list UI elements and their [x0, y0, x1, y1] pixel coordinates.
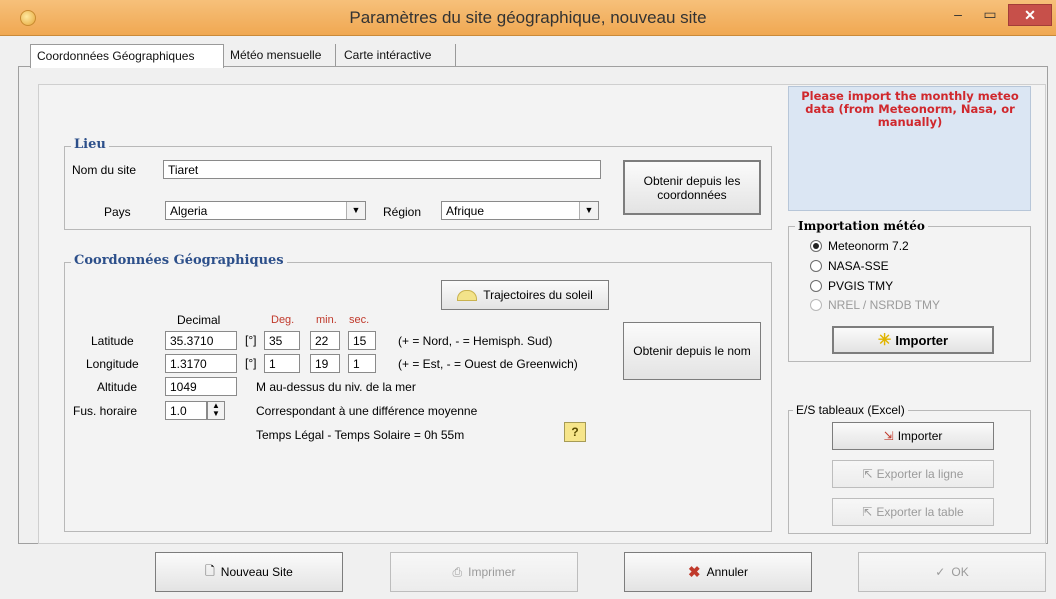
sun-paths-button[interactable]: Trajectoires du soleil	[441, 280, 609, 310]
legal-solar-time: Temps Légal - Temps Solaire = 0h 55m	[256, 428, 465, 442]
radio-nrel: NREL / NSRDB TMY	[810, 297, 1010, 313]
checkmark-icon: ✓	[935, 565, 946, 579]
ok-label: OK	[951, 565, 969, 579]
radio-icon	[810, 299, 822, 311]
minimize-button[interactable]: –	[944, 4, 972, 26]
meteo-import-button[interactable]: ✳ Importer	[832, 326, 994, 354]
print-label: Imprimer	[468, 565, 516, 579]
latitude-deg-input[interactable]: 35	[264, 331, 300, 350]
import-table-icon: ⇲	[883, 429, 894, 443]
radio-meteonorm[interactable]: Meteonorm 7.2	[810, 238, 1010, 254]
seconds-column-header: sec.	[349, 314, 370, 326]
timezone-hint: Correspondant à une différence moyenne	[256, 404, 478, 418]
export-icon: ⇱	[862, 505, 873, 519]
coordinates-group: Coordonnées Géographiques	[64, 253, 772, 532]
coordinates-legend: Coordonnées Géographiques	[71, 253, 287, 268]
from-coordinates-button[interactable]: Obtenir depuis les coordonnées	[623, 160, 761, 215]
export-row-button: ⇱ Exporter la ligne	[832, 460, 994, 488]
excel-legend: E/S tableaux (Excel)	[793, 403, 908, 417]
timezone-spinner[interactable]: ▲ ▼	[207, 401, 225, 420]
country-label: Pays	[104, 205, 131, 219]
sparkle-icon: ✳	[877, 332, 892, 349]
excel-import-button[interactable]: ⇲ Importer	[832, 422, 994, 450]
decimal-column-header: Decimal	[177, 313, 221, 327]
timezone-input[interactable]: 1.0	[165, 401, 207, 420]
longitude-unit: [°]	[245, 356, 257, 370]
meteo-import-label: Importer	[895, 332, 949, 348]
radio-meteonorm-label: Meteonorm 7.2	[828, 239, 909, 253]
close-button[interactable]: ✕	[1008, 4, 1052, 26]
country-value: Algeria	[170, 204, 208, 218]
radio-icon[interactable]	[810, 260, 822, 272]
cancel-label: Annuler	[706, 565, 748, 579]
altitude-label: Altitude	[97, 380, 138, 394]
latitude-hint: (+ = Nord, - = Hemisph. Sud)	[398, 334, 553, 348]
new-site-label: Nouveau Site	[220, 565, 293, 579]
radio-nasa-label: NASA-SSE	[828, 259, 889, 273]
lieu-legend: Lieu	[71, 137, 109, 152]
print-button: ⎙ Imprimer	[390, 552, 578, 592]
longitude-sec-input[interactable]: 1	[348, 354, 376, 373]
tab-monthly-meteo[interactable]: Météo mensuelle	[224, 44, 336, 66]
export-table-label: Exporter la table	[876, 505, 964, 519]
radio-pvgis-label: PVGIS TMY	[828, 279, 894, 293]
meteo-import-legend: Importation météo	[795, 219, 928, 233]
radio-selected-icon[interactable]	[810, 240, 822, 252]
region-select[interactable]: Afrique ▼	[441, 201, 599, 220]
window-title: Paramètres du site géographique, nouveau…	[349, 8, 707, 27]
maximize-button[interactable]: ▭	[976, 4, 1004, 26]
cancel-button[interactable]: ✖ Annuler	[624, 552, 812, 592]
sun-icon	[457, 289, 478, 301]
tab-geographic-coordinates[interactable]: Coordonnées Géographiques	[30, 44, 224, 68]
region-value: Afrique	[446, 204, 485, 218]
longitude-min-input[interactable]: 19	[310, 354, 340, 373]
ok-button: ✓ OK	[858, 552, 1046, 592]
longitude-hint: (+ = Est, - = Ouest de Greenwich)	[398, 357, 578, 371]
printer-icon: ⎙	[452, 564, 463, 579]
app-icon	[20, 10, 36, 26]
export-icon: ⇱	[862, 467, 873, 481]
minutes-column-header: min.	[316, 314, 337, 326]
sun-paths-label: Trajectoires du soleil	[483, 288, 593, 302]
radio-pvgis[interactable]: PVGIS TMY	[810, 278, 1010, 294]
latitude-decimal-input[interactable]: 35.3710	[165, 331, 237, 350]
tab-interactive-map[interactable]: Carte intéractive	[338, 44, 456, 66]
site-name-label: Nom du site	[72, 163, 137, 177]
close-icon: ✖	[688, 564, 701, 581]
latitude-min-input[interactable]: 22	[310, 331, 340, 350]
altitude-hint: M au-dessus du niv. de la mer	[256, 380, 416, 394]
new-document-icon: 🗋	[205, 563, 215, 578]
latitude-label: Latitude	[91, 334, 134, 348]
latitude-sec-input[interactable]: 15	[348, 331, 376, 350]
new-site-button[interactable]: 🗋 Nouveau Site	[155, 552, 343, 592]
altitude-input[interactable]: 1049	[165, 377, 237, 396]
radio-icon[interactable]	[810, 280, 822, 292]
radio-nasa-sse[interactable]: NASA-SSE	[810, 258, 1010, 274]
site-name-input[interactable]: Tiaret	[163, 160, 601, 179]
longitude-label: Longitude	[86, 357, 139, 371]
export-row-label: Exporter la ligne	[876, 467, 964, 481]
degrees-column-header: Deg.	[271, 314, 295, 326]
longitude-decimal-input[interactable]: 1.3170	[165, 354, 237, 373]
help-button[interactable]: ?	[564, 422, 586, 442]
region-label: Région	[383, 205, 422, 219]
country-select[interactable]: Algeria ▼	[165, 201, 366, 220]
from-name-button[interactable]: Obtenir depuis le nom	[623, 322, 761, 380]
export-table-button: ⇱ Exporter la table	[832, 498, 994, 526]
chevron-down-icon[interactable]: ▼	[579, 202, 598, 219]
longitude-deg-input[interactable]: 1	[264, 354, 300, 373]
radio-nrel-label: NREL / NSRDB TMY	[828, 298, 941, 312]
timezone-label: Fus. horaire	[73, 404, 138, 418]
chevron-down-icon[interactable]: ▼	[346, 202, 365, 219]
import-hint-message: Please import the monthly meteo data (fr…	[801, 89, 1019, 129]
excel-import-label: Importer	[897, 429, 943, 443]
latitude-unit: [°]	[245, 333, 257, 347]
